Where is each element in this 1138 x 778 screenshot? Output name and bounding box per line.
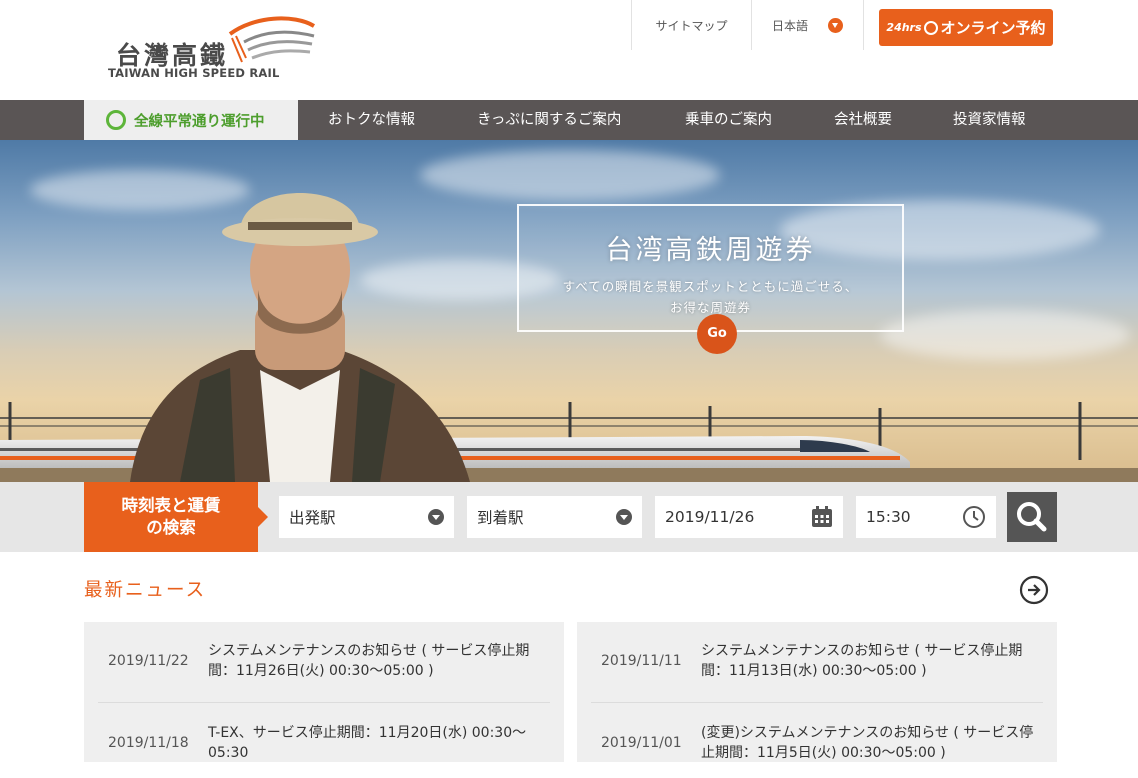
main-nav: 全線平常通り運行中 おトクな情報 きっぷに関するご案内 乗車のご案内 会社概要 …	[0, 100, 1138, 140]
news-item[interactable]: 2019/11/22 システムメンテナンスのお知らせ ( サービス停止期間：11…	[84, 626, 564, 696]
logo-name-en: TAIWAN HIGH SPEED RAIL	[108, 66, 280, 80]
divider	[98, 702, 550, 703]
nav-item-tickets[interactable]: きっぷに関するご案内	[477, 100, 621, 140]
service-status[interactable]: 全線平常通り運行中	[84, 100, 298, 140]
divider	[591, 702, 1043, 703]
arrow-right-circle-icon[interactable]	[1019, 575, 1049, 605]
chevron-down-icon	[616, 509, 632, 525]
nav-item-deals[interactable]: おトクな情報	[328, 100, 415, 140]
promo-subtitle-line2: お得な周遊券	[669, 300, 751, 315]
chevron-down-icon	[428, 509, 444, 525]
calendar-icon	[812, 506, 832, 527]
search-title: 時刻表と運賃 の検索	[84, 482, 268, 552]
thsr-logo[interactable]: 台灣高鐵 TAIWAN HIGH SPEED RAIL	[106, 14, 316, 84]
service-status-text: 全線平常通り運行中	[134, 113, 265, 130]
booking-label: オンライン予約	[940, 19, 1046, 37]
promo-subtitle-line1: すべての瞬間を景観スポットとともに過ごせる、	[562, 279, 859, 294]
news-text: システムメンテナンスのお知らせ ( サービス停止期間：11月26日(火) 00:…	[208, 643, 530, 679]
news-text: T-EX、サービス停止期間：11月20日(水) 00:30～05:30	[208, 725, 527, 761]
news-list-left: 2019/11/22 システムメンテナンスのお知らせ ( サービス停止期間：11…	[84, 622, 564, 762]
promo-title: 台湾高鉄周遊券	[605, 235, 816, 266]
arrival-station-value: 到着駅	[477, 509, 524, 527]
news-date: 2019/11/22	[108, 653, 189, 669]
date-value: 2019/11/26	[665, 508, 755, 526]
search-title-line2: の検索	[146, 518, 196, 537]
nav-item-boarding[interactable]: 乗車のご案内	[685, 100, 772, 140]
news-text: (変更)システムメンテナンスのお知らせ ( サービス停止期間：11月5日(火) …	[701, 725, 1034, 761]
language-label: 日本語	[772, 18, 809, 33]
sitemap-link[interactable]: サイトマップ	[631, 0, 751, 50]
news-date: 2019/11/18	[108, 735, 189, 751]
nav-item-investors[interactable]: 投資家情報	[953, 100, 1026, 140]
chevron-down-icon	[828, 17, 843, 33]
news-item[interactable]: 2019/11/11 システムメンテナンスのお知らせ ( サービス停止期間：11…	[577, 626, 1057, 696]
booking-24hrs-label: 24hrs	[886, 21, 922, 34]
news-item[interactable]: 2019/11/01 (変更)システムメンテナンスのお知らせ ( サービス停止期…	[577, 708, 1057, 778]
news-date: 2019/11/01	[601, 735, 682, 751]
status-ok-icon	[106, 110, 126, 130]
news-heading: 最新ニュース	[84, 580, 207, 601]
time-field[interactable]: 15:30	[856, 496, 996, 538]
departure-station-select[interactable]: 出発駅	[279, 496, 454, 538]
search-button[interactable]	[1007, 492, 1057, 542]
promo-go-button[interactable]: Go	[697, 314, 737, 354]
site-header: 台灣高鐵 TAIWAN HIGH SPEED RAIL サイトマップ 日本語 2…	[0, 0, 1138, 100]
departure-station-value: 出発駅	[289, 509, 336, 527]
clock-icon	[963, 506, 985, 528]
news-item[interactable]: 2019/11/18 T-EX、サービス停止期間：11月20日(水) 00:30…	[84, 708, 564, 778]
news-date: 2019/11/11	[601, 653, 682, 669]
logo-swoosh-icon	[228, 16, 316, 63]
date-field[interactable]: 2019/11/26	[655, 496, 843, 538]
search-title-line1: 時刻表と運賃	[121, 496, 221, 515]
promo-pass-box[interactable]: 台湾高鉄周遊券 すべての瞬間を景観スポットとともに過ごせる、 お得な周遊券	[517, 204, 904, 332]
search-icon	[1017, 502, 1047, 532]
news-text: システムメンテナンスのお知らせ ( サービス停止期間：11月13日(水) 00:…	[701, 643, 1023, 679]
arrival-station-select[interactable]: 到着駅	[467, 496, 642, 538]
clock-icon	[923, 20, 938, 35]
online-booking-button[interactable]: 24hrs オンライン予約	[879, 9, 1053, 46]
nav-item-company[interactable]: 会社概要	[834, 100, 892, 140]
hero-banner[interactable]: 台湾高鉄周遊券 すべての瞬間を景観スポットとともに過ごせる、 お得な周遊券 Go	[0, 140, 1138, 482]
time-value: 15:30	[866, 508, 911, 526]
language-selector[interactable]: 日本語	[751, 0, 864, 50]
timetable-search: 時刻表と運賃 の検索 出発駅 到着駅 2019/11/26 15:30	[0, 482, 1138, 552]
news-list-right: 2019/11/11 システムメンテナンスのお知らせ ( サービス停止期間：11…	[577, 622, 1057, 762]
utility-links: サイトマップ 日本語	[631, 0, 864, 50]
